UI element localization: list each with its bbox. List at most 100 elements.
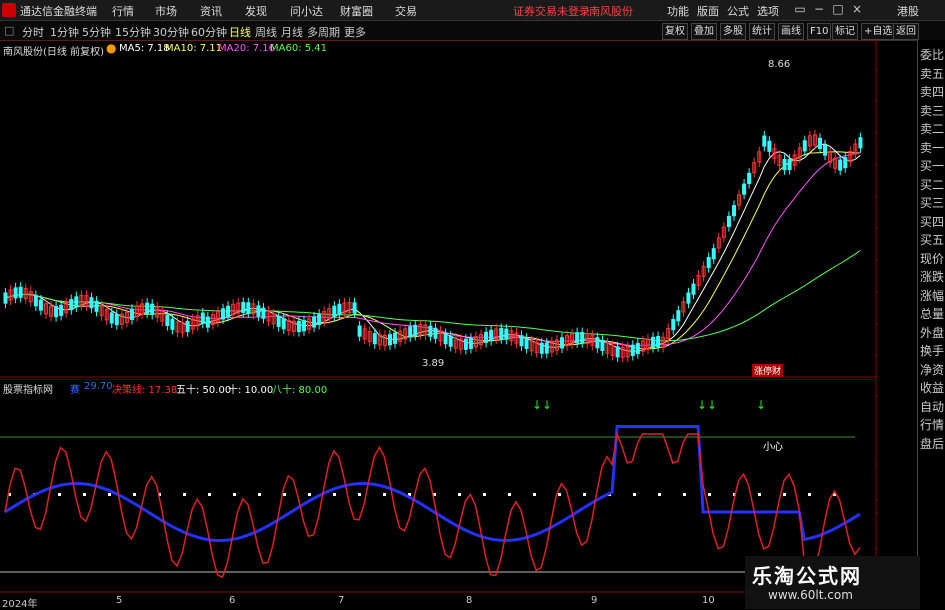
f10-button[interactable]: F10: [807, 23, 832, 40]
period-bar: □ 分时 1分钟 5分钟 15分钟 30分钟 60分钟 日线 周线 月线 多周期…: [0, 21, 945, 41]
kline-chart[interactable]: 8.508.007.507.006.506.005.505.004.504.00: [0, 40, 878, 378]
buy-signal-arrow-icon: ↓: [756, 398, 766, 412]
settings-icon[interactable]: ▭: [793, 2, 807, 16]
level-50-dot: [533, 493, 536, 496]
level-50-dot: [233, 493, 236, 496]
menu-caifuquan[interactable]: 财富圈: [340, 3, 373, 19]
multi-stock-button[interactable]: 多股: [720, 23, 746, 40]
candle-body: [114, 313, 119, 326]
side-panel-label[interactable]: 行情: [920, 416, 944, 433]
menu-hangqing[interactable]: 行情: [112, 3, 134, 19]
candle-body: [448, 335, 453, 347]
side-panel-label: 涨幅: [920, 288, 945, 303]
top-stock-name: 南风股份: [589, 5, 633, 18]
login-notice[interactable]: 证券交易未登录: [513, 3, 590, 19]
menu-zixun[interactable]: 资讯: [200, 3, 222, 19]
candle-body: [595, 337, 600, 349]
high-price-marker: 8.66: [768, 59, 791, 70]
menu-gongshi[interactable]: 公式: [727, 3, 749, 19]
ma-settings-icon[interactable]: ●: [106, 41, 116, 55]
x-label: 7: [338, 595, 345, 606]
draw-line-button[interactable]: 画线: [778, 23, 804, 40]
period-30min[interactable]: 30分钟: [153, 24, 189, 40]
legend-ten: 十: 10.00: [228, 385, 274, 396]
candle-body: [3, 292, 8, 304]
candle-body: [372, 333, 377, 345]
candle-body: [332, 305, 337, 317]
period-1min[interactable]: 1分钟: [50, 24, 79, 40]
menu-jiaoyi[interactable]: 交易: [395, 3, 417, 19]
candle-body: [762, 135, 767, 147]
period-fenshi[interactable]: 分时: [22, 24, 44, 40]
period-multi[interactable]: 多周期: [307, 24, 340, 40]
app-logo-icon: [2, 3, 16, 17]
overlay-button[interactable]: 叠加: [691, 23, 717, 40]
app-title: 通达信金融终端: [20, 5, 97, 18]
menu-gongneng[interactable]: 功能: [667, 3, 689, 19]
candle-body: [747, 172, 752, 184]
level-50-dot: [633, 493, 636, 496]
side-panel-label: 委比: [920, 48, 945, 62]
period-more[interactable]: 更多: [344, 24, 366, 40]
mark-button[interactable]: 标记: [832, 23, 858, 40]
candle-body: [145, 302, 150, 314]
candle-body: [13, 287, 18, 299]
candle-body: [276, 315, 281, 328]
menu-banmian[interactable]: 版面: [697, 3, 719, 19]
candle-body: [519, 335, 524, 347]
side-panel-label: 卖五: [920, 66, 945, 81]
back-button[interactable]: 返回: [893, 23, 919, 40]
side-panel-label: 卖二: [920, 122, 945, 136]
period-5min[interactable]: 5分钟: [82, 24, 111, 40]
level-50-dot: [483, 493, 486, 496]
level-50-dot: [383, 493, 386, 496]
fuquan-button[interactable]: 复权: [662, 23, 688, 40]
ma60-line: [5, 250, 861, 342]
menu-wenxiaoda[interactable]: 问小达: [290, 3, 323, 19]
minimize-icon[interactable]: −: [812, 2, 826, 16]
period-60min[interactable]: 60分钟: [191, 24, 227, 40]
side-panel-label[interactable]: 自动: [920, 398, 944, 415]
add-watchlist-button[interactable]: +自选: [861, 23, 896, 40]
candle-body: [18, 286, 23, 298]
candle-body: [433, 327, 438, 339]
watermark-url: www.60lt.com: [768, 588, 853, 602]
legend-sai: 赛: [70, 385, 80, 396]
period-weekly[interactable]: 周线: [255, 24, 277, 40]
candle-body: [817, 137, 822, 150]
candle-body: [357, 325, 362, 337]
candle-body: [463, 338, 468, 350]
candle-body: [635, 342, 640, 354]
side-panel-label: 买一: [920, 159, 945, 173]
candle-body: [726, 215, 731, 228]
menu-faxian[interactable]: 发现: [245, 3, 267, 19]
candle-body: [823, 144, 828, 156]
period-daily[interactable]: 日线: [229, 24, 251, 40]
ma5-label: MA5: 7.18: [119, 43, 170, 54]
maximize-icon[interactable]: □: [831, 2, 845, 16]
level-50-dot: [133, 493, 136, 496]
candle-body: [580, 332, 585, 344]
level-50-dot: [333, 493, 336, 496]
checkbox-icon[interactable]: □: [4, 24, 14, 37]
candle-body: [226, 305, 231, 317]
menu-shichang[interactable]: 市场: [155, 3, 177, 19]
candle-body: [600, 339, 605, 352]
side-panel-label: 涨跌: [920, 270, 945, 284]
x-label: 6: [229, 595, 236, 606]
candle-body: [802, 140, 807, 152]
close-icon[interactable]: ×: [850, 2, 864, 16]
stats-button[interactable]: 统计: [749, 23, 775, 40]
level-50-dot: [183, 493, 186, 496]
candle-body: [393, 332, 398, 344]
level-50-dot: [108, 493, 111, 496]
menu-xuanxiang[interactable]: 选项: [757, 3, 779, 19]
menu-ganggu[interactable]: 港股: [897, 3, 919, 19]
period-monthly[interactable]: 月线: [281, 24, 303, 40]
decision-line: [4, 431, 861, 579]
x-label: 2024年: [2, 599, 38, 610]
ma20-label: MA20: 7.16: [218, 43, 276, 54]
side-panel-label[interactable]: 盘后: [920, 435, 944, 452]
side-panel-label: 总量: [920, 307, 945, 321]
period-15min[interactable]: 15分钟: [115, 24, 151, 40]
